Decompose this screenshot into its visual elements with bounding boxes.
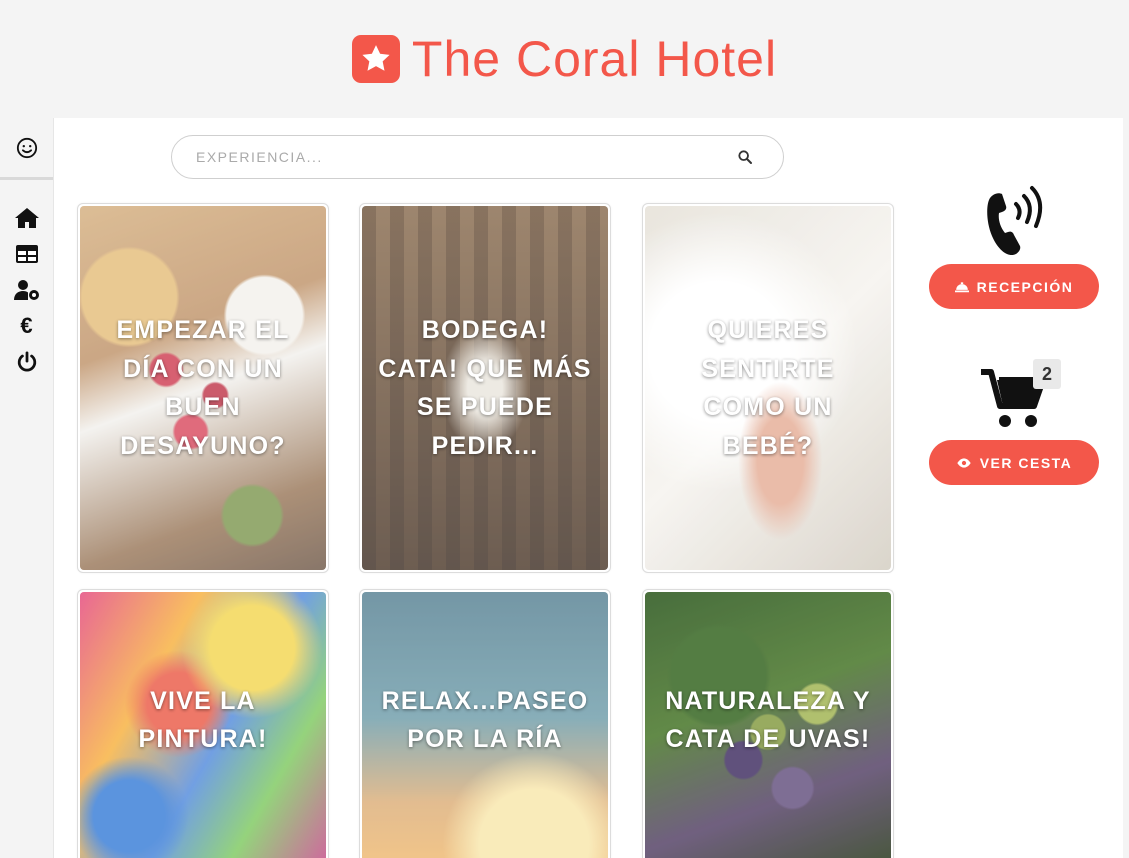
reception-label: Recepción [976, 278, 1074, 295]
search-icon[interactable] [731, 149, 759, 165]
view-cart-label: Ver cesta [979, 454, 1073, 471]
cart-count-badge: 2 [1033, 359, 1061, 389]
view-cart-button[interactable]: Ver cesta [929, 440, 1099, 485]
card-title: Vive la pintura! [138, 686, 268, 754]
sidebar-item-table[interactable] [0, 236, 53, 272]
experience-card-ria[interactable]: Relax...paseo por la ría [359, 589, 611, 858]
card-title: Relax...paseo por la ría [381, 686, 589, 754]
card-title: Empezar el día con un buen desayuno? [116, 316, 290, 460]
experience-card-painting[interactable]: Vive la pintura! [77, 589, 329, 858]
eye-icon [957, 457, 971, 468]
sidebar-item-home[interactable] [0, 200, 53, 236]
card-title: Quieres sentirte como un bebé? [701, 316, 835, 460]
bell-icon [954, 281, 969, 292]
sidebar-item-power[interactable] [0, 344, 53, 380]
table-icon [15, 245, 38, 263]
star-square-icon [351, 35, 400, 83]
card-title: Bodega! Cata! Que más se puede pedir... [378, 316, 592, 460]
experience-card-cellar[interactable]: Bodega! Cata! Que más se puede pedir... [359, 203, 611, 573]
home-icon [14, 208, 39, 228]
power-icon [17, 351, 36, 372]
phone-volume-icon [929, 178, 1099, 256]
reception-button[interactable]: Recepción [929, 264, 1099, 309]
user-cog-icon [13, 280, 39, 300]
smiley-icon [16, 137, 37, 158]
experience-card-grapes[interactable]: Naturaleza y cata de uvas! [642, 589, 894, 858]
sidebar-item-euro[interactable]: € [0, 308, 53, 344]
euro-icon: € [20, 313, 33, 338]
card-title: Naturaleza y cata de uvas! [665, 686, 871, 754]
experience-card-breakfast[interactable]: Empezar el día con un buen desayuno? [77, 203, 329, 573]
search-bar [171, 135, 784, 179]
sidebar-profile[interactable] [0, 118, 53, 180]
hotel-name: The Coral Hotel [411, 31, 778, 87]
brand-header: The Coral Hotel [0, 0, 1129, 118]
sidebar-item-user-settings[interactable] [0, 272, 53, 308]
sidebar: € [0, 118, 54, 858]
search-input[interactable] [196, 149, 731, 165]
experience-card-baby[interactable]: Quieres sentirte como un bebé? [642, 203, 894, 573]
